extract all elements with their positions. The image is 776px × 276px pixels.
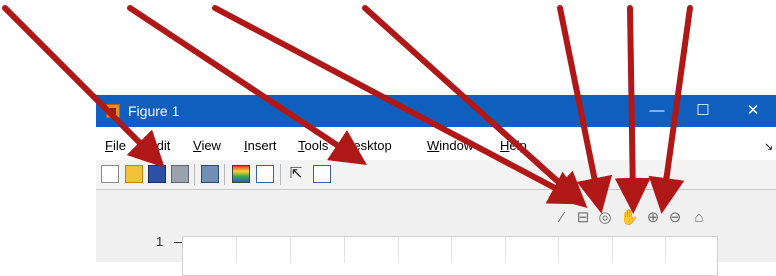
arrow-to-zoom-in	[648, 5, 693, 214]
arrow-to-pan	[614, 5, 651, 214]
arrow-to-new-figure	[2, 5, 165, 168]
annotation-arrows	[2, 5, 693, 214]
arrow-to-rotate	[557, 5, 613, 214]
arrow-to-edit-plot	[127, 5, 368, 165]
